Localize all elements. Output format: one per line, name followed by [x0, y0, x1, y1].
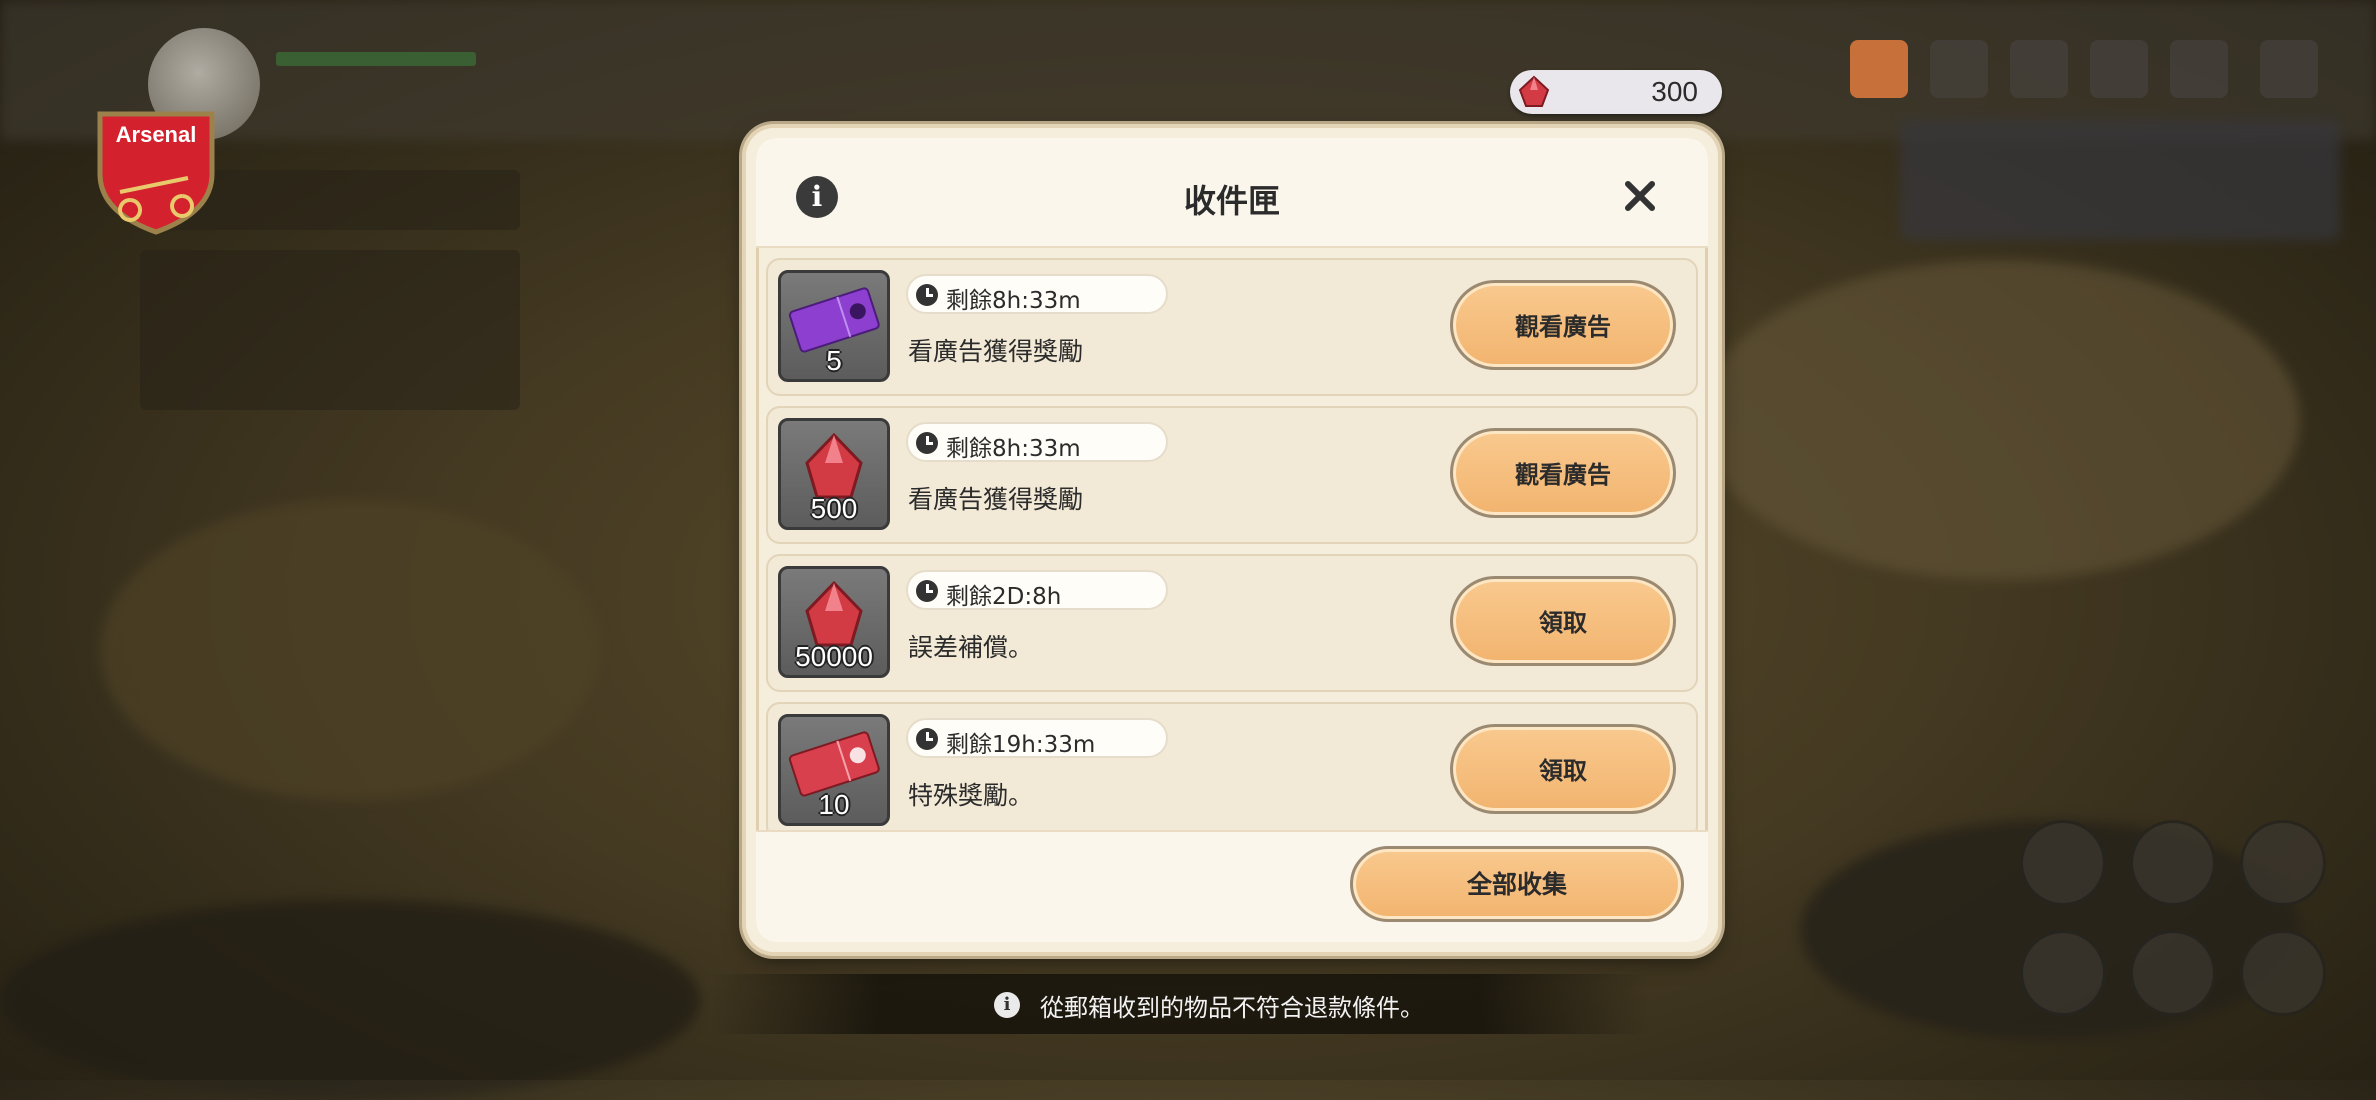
- refund-notice-text: 從郵箱收到的物品不符合退款條件。: [1040, 994, 1424, 1022]
- mail-description: 看廣告獲得獎勵: [908, 337, 1084, 366]
- claim-button[interactable]: 領取: [1450, 576, 1676, 666]
- gem-currency[interactable]: 300: [1510, 70, 1722, 114]
- mail-item: 10 剩餘19h:33m 特殊獎勵。 領取: [766, 702, 1698, 832]
- mail-item: 500 剩餘8h:33m 看廣告獲得獎勵 觀看廣告: [766, 406, 1698, 544]
- hud-menu-1[interactable]: [1850, 40, 1908, 98]
- info-icon: i: [994, 992, 1020, 1018]
- red-gem-icon: [1518, 75, 1550, 107]
- hud-skill-4[interactable]: [2020, 930, 2106, 1016]
- hud-menu-5[interactable]: [2170, 40, 2228, 98]
- red-ticket-icon: 10: [778, 714, 890, 826]
- clock-icon: [916, 580, 938, 602]
- timer-badge: 剩餘8h:33m: [906, 422, 1168, 462]
- mail-item: 50000 剩餘2D:8h 誤差補償。 領取: [766, 554, 1698, 692]
- refund-notice: i 從郵箱收到的物品不符合退款條件。: [710, 974, 1650, 1034]
- close-icon[interactable]: [1616, 172, 1664, 220]
- hud-menu-4[interactable]: [2090, 40, 2148, 98]
- red-gem-icon: 500: [778, 418, 890, 530]
- club-crest-logo: Arsenal: [90, 104, 222, 236]
- hud-skill-3[interactable]: [2240, 820, 2326, 906]
- hp-bar: [276, 52, 476, 66]
- timer-badge: 剩餘2D:8h: [906, 570, 1168, 610]
- mail-description: 看廣告獲得獎勵: [908, 485, 1084, 514]
- hud-menu-6[interactable]: [2260, 40, 2318, 98]
- claim-button[interactable]: 領取: [1450, 724, 1676, 814]
- hud-panel-party[interactable]: [140, 250, 520, 410]
- dialog-title: 收件匣: [1183, 182, 1280, 220]
- watch-ad-button[interactable]: 觀看廣告: [1450, 428, 1676, 518]
- hud-menu-3[interactable]: [2010, 40, 2068, 98]
- clock-icon: [916, 728, 938, 750]
- hud-menu-2[interactable]: [1930, 40, 1988, 98]
- mail-description: 特殊獎勵。: [908, 781, 1034, 810]
- clock-icon: [916, 284, 938, 306]
- hud-skill-6[interactable]: [2240, 930, 2326, 1016]
- svg-text:Arsenal: Arsenal: [116, 122, 197, 147]
- dialog-header: i 收件匣: [756, 138, 1708, 248]
- mail-item: 5 剩餘8h:33m 看廣告獲得獎勵 觀看廣告: [766, 258, 1698, 396]
- mail-list[interactable]: 5 剩餘8h:33m 看廣告獲得獎勵 觀看廣告 500 剩餘8h:33m 看廣告…: [766, 258, 1698, 832]
- watch-ad-button[interactable]: 觀看廣告: [1450, 280, 1676, 370]
- mail-description: 誤差補償。: [908, 633, 1034, 662]
- inbox-dialog: i 收件匣 5 剩餘8h:33m 看廣告獲得獎勵 觀看廣告 500 剩餘8h:3…: [746, 128, 1718, 952]
- purple-ticket-icon: 5: [778, 270, 890, 382]
- hud-skill-5[interactable]: [2130, 930, 2216, 1016]
- hud-skill-2[interactable]: [2130, 820, 2216, 906]
- timer-badge: 剩餘19h:33m: [906, 718, 1168, 758]
- red-gem-icon: 50000: [778, 566, 890, 678]
- timer-badge: 剩餘8h:33m: [906, 274, 1168, 314]
- collect-all-button[interactable]: 全部收集: [1350, 846, 1684, 922]
- dialog-footer: 全部收集: [756, 830, 1708, 942]
- hud-skill-1[interactable]: [2020, 820, 2106, 906]
- gem-amount: 300: [1651, 76, 1698, 107]
- clock-icon: [916, 432, 938, 454]
